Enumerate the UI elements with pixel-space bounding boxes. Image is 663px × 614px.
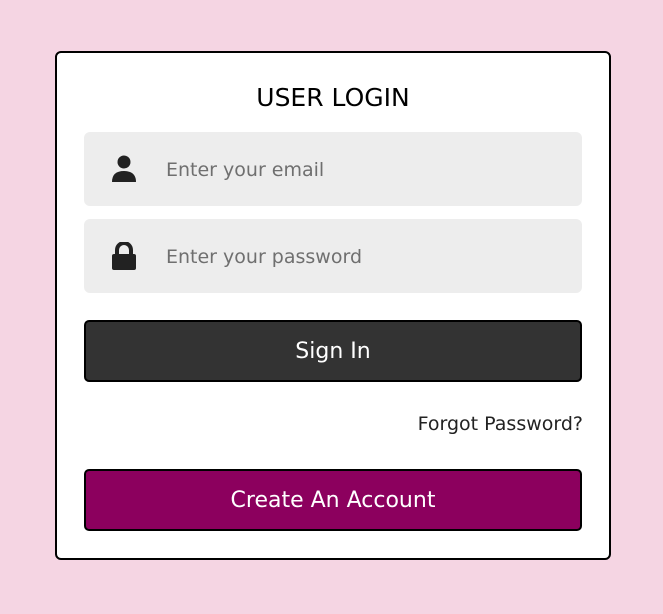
sign-in-button[interactable]: Sign In — [84, 320, 582, 382]
forgot-password-link[interactable]: Forgot Password? — [418, 413, 583, 435]
user-icon — [112, 155, 136, 182]
lock-icon — [112, 242, 136, 270]
page-title: USER LOGIN — [256, 83, 410, 112]
create-account-button[interactable]: Create An Account — [84, 469, 582, 531]
password-field[interactable] — [84, 219, 582, 295]
email-field[interactable] — [84, 132, 582, 208]
email-input[interactable] — [164, 132, 568, 208]
login-card: USER LOGIN Sign In Forgot Password? Crea… — [55, 51, 611, 560]
password-input[interactable] — [164, 219, 568, 295]
